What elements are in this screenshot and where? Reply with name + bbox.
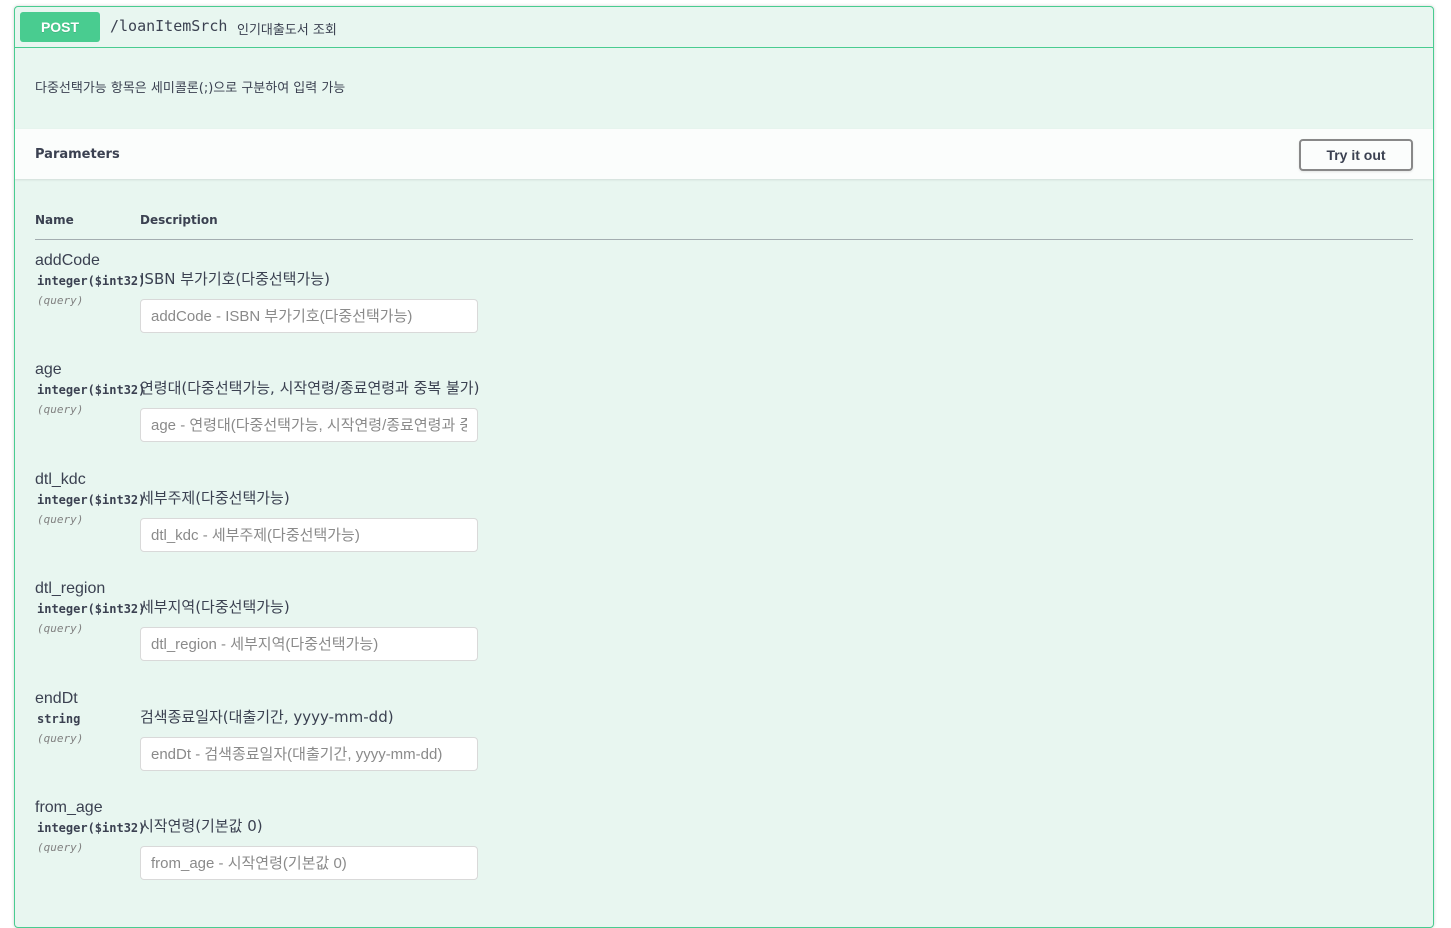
- parameter-row-dtl-kdc: dtl_kdc integer($int32) (query) 세부주제(다중선…: [35, 471, 1413, 571]
- parameter-description: 연령대(다중선택가능, 시작연령/종료연령과 중복 불가): [140, 379, 480, 397]
- parameter-in: (query): [37, 841, 84, 854]
- parameter-in: (query): [37, 403, 84, 416]
- parameter-in: (query): [37, 513, 84, 526]
- parameter-description: ISBN 부가기호(다중선택가능): [140, 270, 330, 288]
- parameter-row-dtl-region: dtl_region integer($int32) (query) 세부지역(…: [35, 580, 1413, 680]
- dtl-kdc-input[interactable]: [140, 518, 478, 552]
- operation-description: 다중선택가능 항목은 세미콜론(;)으로 구분하여 입력 가능: [35, 81, 346, 96]
- parameter-row-from-age: from_age integer($int32) (query) 시작연령(기본…: [35, 799, 1413, 899]
- parameter-type: integer($int32): [37, 383, 146, 397]
- column-description-header: Description: [140, 213, 218, 227]
- parameter-type: integer($int32): [37, 821, 146, 835]
- parameter-name: endDt: [35, 690, 78, 707]
- parameters-title: Parameters: [35, 147, 120, 162]
- column-name-header: Name: [35, 213, 74, 227]
- parameter-description: 검색종료일자(대출기간, yyyy-mm-dd): [140, 708, 394, 726]
- parameter-description: 시작연령(기본값 0): [140, 817, 263, 835]
- try-it-out-button[interactable]: Try it out: [1299, 139, 1413, 171]
- parameters-table-header: Name Description: [35, 207, 1413, 240]
- parameter-name: addCode: [35, 252, 100, 269]
- parameter-description: 세부주제(다중선택가능): [140, 489, 290, 507]
- operation-summary-bar[interactable]: POST /loanItemSrch 인기대출도서 조회: [15, 7, 1433, 48]
- from-age-input[interactable]: [140, 846, 478, 880]
- parameter-in: (query): [37, 622, 84, 635]
- parameter-in: (query): [37, 732, 84, 745]
- parameter-type: string: [37, 712, 81, 726]
- parameter-type: integer($int32): [37, 493, 146, 507]
- dtl-region-input[interactable]: [140, 627, 478, 661]
- parameter-in: (query): [37, 294, 84, 307]
- parameter-name: from_age: [35, 799, 103, 816]
- parameter-name: dtl_region: [35, 580, 106, 597]
- parameter-row-endDt: endDt string (query) 검색종료일자(대출기간, yyyy-m…: [35, 690, 1413, 790]
- operation-path[interactable]: /loanItemSrch: [110, 17, 227, 35]
- method-badge[interactable]: POST: [20, 12, 100, 42]
- parameter-row-addCode: addCode integer($int32) (query) ISBN 부가기…: [35, 252, 1413, 352]
- parameters-header: Parameters Try it out: [15, 129, 1433, 179]
- post-operation-block: POST /loanItemSrch 인기대출도서 조회 다중선택가능 항목은 …: [14, 6, 1434, 928]
- endDt-input[interactable]: [140, 737, 478, 771]
- operation-summary: 인기대출도서 조회: [237, 23, 337, 38]
- age-input[interactable]: [140, 408, 478, 442]
- parameter-row-age: age integer($int32) (query) 연령대(다중선택가능, …: [35, 361, 1413, 461]
- parameter-name: age: [35, 361, 62, 378]
- parameter-type: integer($int32): [37, 602, 146, 616]
- addCode-input[interactable]: [140, 299, 478, 333]
- parameter-type: integer($int32): [37, 274, 146, 288]
- parameter-name: dtl_kdc: [35, 471, 86, 488]
- parameter-description: 세부지역(다중선택가능): [140, 598, 290, 616]
